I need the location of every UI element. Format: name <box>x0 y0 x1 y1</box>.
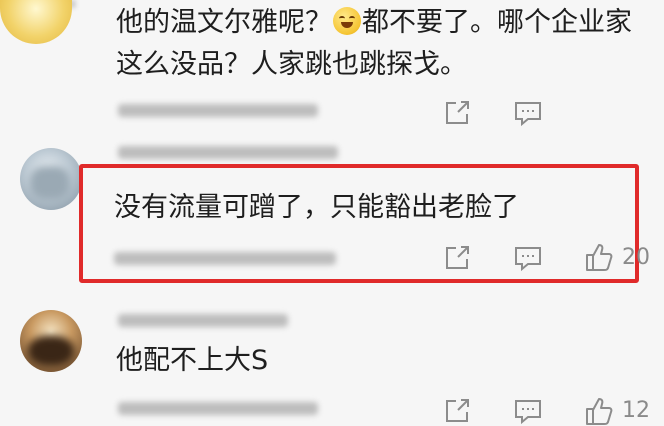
thumbs-up-icon[interactable] <box>584 242 614 272</box>
username[interactable] <box>118 314 288 327</box>
grinning-emoji-icon <box>333 7 361 35</box>
comment-text: 没有流量可蹭了，只能豁出老脸了 <box>114 192 519 223</box>
share-icon[interactable] <box>444 100 470 126</box>
avatar[interactable] <box>20 310 82 372</box>
username[interactable] <box>118 146 338 159</box>
share-icon[interactable] <box>444 245 470 271</box>
comment-text: 他配不上大S <box>116 345 269 376</box>
comment-meta <box>114 252 336 265</box>
comment-meta <box>118 104 318 117</box>
thumbs-up-icon[interactable] <box>584 396 614 426</box>
comment-text-line2: 这么没品？人家跳也跳探戈。 <box>116 49 467 80</box>
reply-icon[interactable] <box>514 399 542 425</box>
avatar[interactable] <box>20 148 82 210</box>
avatar[interactable] <box>0 0 72 44</box>
share-icon[interactable] <box>444 398 470 424</box>
comment-meta <box>118 402 318 415</box>
like-count: 20 <box>622 245 650 270</box>
reply-icon[interactable] <box>514 246 542 272</box>
comment-text-part: 他的温文尔雅呢？ <box>116 7 332 38</box>
comment-text: 他的温文尔雅呢？ 都不要了。哪个企业家 <box>116 4 632 41</box>
comment-text-part: 都不要了。哪个企业家 <box>362 7 632 38</box>
reply-icon[interactable] <box>514 101 542 127</box>
